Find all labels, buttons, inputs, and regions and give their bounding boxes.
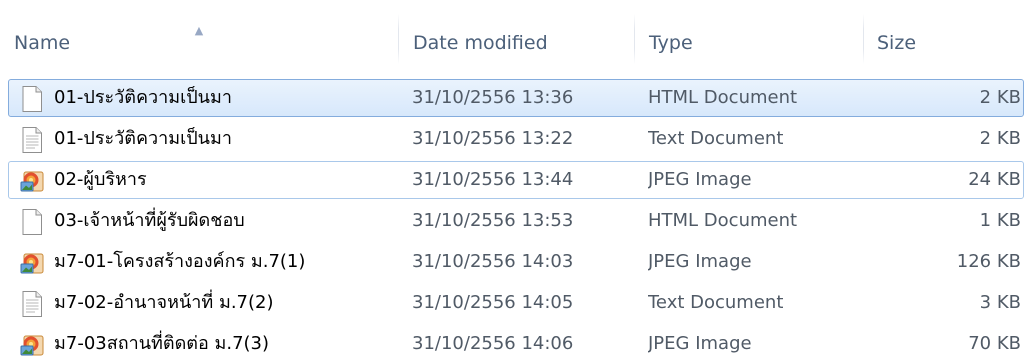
column-header-size[interactable]: Size [877,25,916,61]
file-name: ม7-02-อำนาจหน้าที่ ม.7(2) [54,292,274,313]
text-document-icon [19,126,45,154]
file-size: 3 KB [979,292,1021,313]
file-date-modified: 31/10/2556 13:22 [412,128,574,149]
column-header-bar: Name ▲ Date modified Type Size [0,0,1027,66]
file-date-modified: 31/10/2556 14:05 [412,292,574,313]
file-type: JPEG Image [648,251,752,272]
column-divider[interactable] [398,14,399,64]
column-header-name[interactable]: Name [14,25,70,61]
file-size: 2 KB [979,87,1021,108]
jpeg-image-icon [19,331,45,359]
file-row[interactable]: 01-ประวัติความเป็นมา 31/10/2556 13:36 HTML… [8,79,1024,117]
file-row[interactable]: 03-เจ้าหน้าที่ผู้รับผิดชอบ 31/10/2556 13:… [8,202,1024,240]
file-type: Text Document [648,128,784,149]
text-document-icon [19,290,45,318]
file-size: 24 KB [968,169,1021,190]
file-date-modified: 31/10/2556 14:03 [412,251,574,272]
file-row[interactable]: 01-ประวัติความเป็นมา 31/10/2556 13:22 Text… [8,120,1024,158]
file-date-modified: 31/10/2556 14:06 [412,333,574,354]
file-row[interactable]: ม7-01-โครงสร้างองค์กร ม.7(1) 31/10/2556 1… [8,243,1024,281]
file-name: 02-ผู้บริหาร [54,169,147,190]
file-explorer-list-view: Name ▲ Date modified Type Size 01-ประวัต… [0,0,1027,360]
jpeg-image-icon [19,249,45,277]
column-divider[interactable] [634,14,635,64]
file-type: Text Document [648,292,784,313]
file-size: 2 KB [979,128,1021,149]
file-size: 126 KB [956,251,1021,272]
file-date-modified: 31/10/2556 13:44 [412,169,574,190]
column-header-date-modified[interactable]: Date modified [413,25,548,61]
sort-ascending-icon: ▲ [194,24,204,37]
file-row[interactable]: ม7-03สถานที่ติดต่อ ม.7(3) 31/10/2556 14:0… [8,325,1024,360]
file-row[interactable]: 02-ผู้บริหาร 31/10/2556 13:44 JPEG Image 24… [8,161,1024,199]
file-row[interactable]: ม7-02-อำนาจหน้าที่ ม.7(2) 31/10/2556 14:0… [8,284,1024,322]
file-type: JPEG Image [648,333,752,354]
file-name: ม7-03สถานที่ติดต่อ ม.7(3) [54,333,270,354]
html-document-icon [19,85,45,113]
file-date-modified: 31/10/2556 13:53 [412,210,574,231]
file-type: HTML Document [648,210,798,231]
file-type: JPEG Image [648,169,752,190]
file-name: 03-เจ้าหน้าที่ผู้รับผิดชอบ [54,210,245,231]
column-divider[interactable] [863,14,864,64]
file-name: ม7-01-โครงสร้างองค์กร ม.7(1) [54,251,306,272]
file-date-modified: 31/10/2556 13:36 [412,87,574,108]
file-type: HTML Document [648,87,798,108]
column-header-type[interactable]: Type [649,25,693,61]
file-name: 01-ประวัติความเป็นมา [54,128,232,149]
file-size: 70 KB [968,333,1021,354]
file-name: 01-ประวัติความเป็นมา [54,87,232,108]
jpeg-image-icon [19,167,45,195]
html-document-icon [19,208,45,236]
file-size: 1 KB [979,210,1021,231]
